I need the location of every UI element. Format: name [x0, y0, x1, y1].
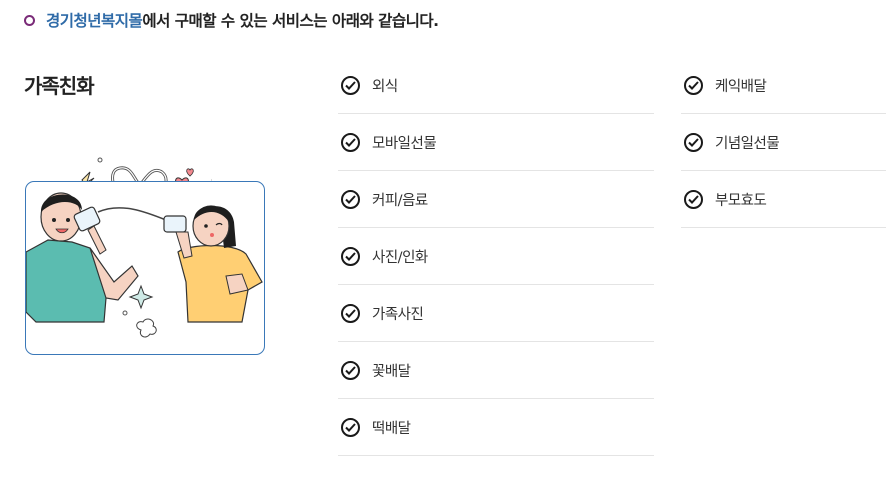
section-title: 가족친화 [24, 74, 95, 98]
check-circle-icon [341, 132, 360, 152]
service-label: 기념일선물 [715, 135, 780, 152]
service-label: 가족사진 [372, 306, 424, 323]
brand-name: 경기청년복지몰 [46, 12, 143, 30]
services-column-1: 외식 모바일선물 커피/음료 사진/인화 가족사진 꽃배달 떡배달 [338, 57, 654, 456]
check-circle-icon [341, 417, 360, 437]
service-label: 사진/인화 [372, 249, 428, 266]
service-label: 꽃배달 [372, 363, 411, 380]
check-circle-icon [341, 360, 360, 380]
service-label: 외식 [372, 78, 398, 95]
check-circle-icon [341, 189, 360, 209]
list-item: 가족사진 [338, 285, 654, 342]
check-circle-icon [341, 303, 360, 323]
check-circle-icon [341, 246, 360, 266]
service-label: 케익배달 [715, 78, 767, 95]
service-label: 모바일선물 [372, 135, 437, 152]
family-illustration-art [25, 192, 263, 338]
list-item: 꽃배달 [338, 342, 654, 399]
list-item: 커피/음료 [338, 171, 654, 228]
services-column-2: 케익배달 기념일선물 부모효도 [681, 57, 886, 228]
service-label: 떡배달 [372, 420, 411, 437]
list-item: 부모효도 [681, 171, 886, 228]
check-circle-icon [341, 75, 360, 95]
service-label: 커피/음료 [372, 192, 428, 209]
list-item: 외식 [338, 57, 654, 114]
list-item: 사진/인화 [338, 228, 654, 285]
list-item: 모바일선물 [338, 114, 654, 171]
list-item: 떡배달 [338, 399, 654, 456]
headline-text: 에서 구매할 수 있는 서비스는 아래와 같습니다. [142, 12, 439, 30]
list-item: 케익배달 [681, 57, 886, 114]
family-illustration [25, 181, 265, 355]
service-label: 부모효도 [715, 192, 767, 209]
intro-headline: 경기청년복지몰 에서 구매할 수 있는 서비스는 아래와 같습니다. [24, 8, 439, 32]
check-circle-icon [684, 75, 703, 95]
bullet-icon [24, 15, 35, 26]
list-item: 기념일선물 [681, 114, 886, 171]
check-circle-icon [684, 132, 703, 152]
check-circle-icon [684, 189, 703, 209]
